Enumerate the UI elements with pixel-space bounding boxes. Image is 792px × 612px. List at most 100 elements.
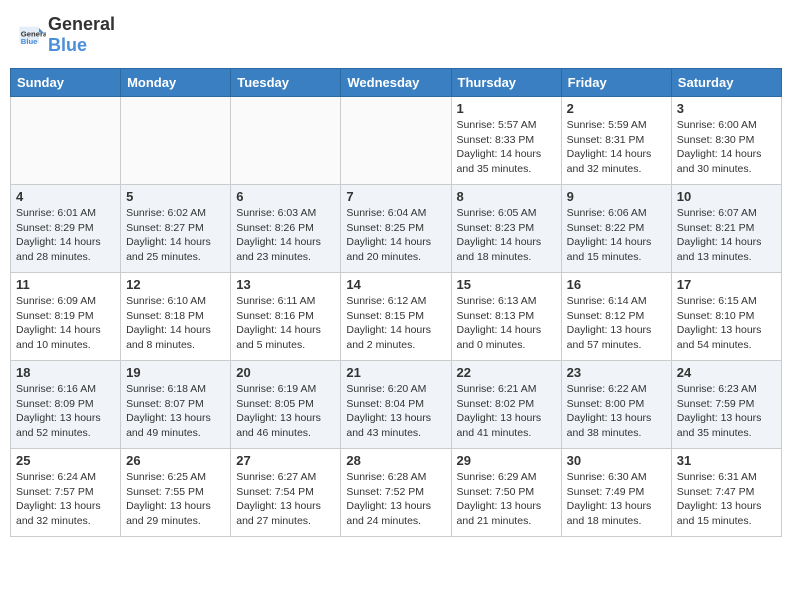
- calendar-cell: 20 Sunrise: 6:19 AMSunset: 8:05 PMDayligh…: [231, 361, 341, 449]
- day-number: 17: [677, 277, 776, 292]
- day-info: Sunrise: 6:22 AMSunset: 8:00 PMDaylight:…: [567, 382, 666, 441]
- day-number: 29: [457, 453, 556, 468]
- day-info: Sunrise: 6:19 AMSunset: 8:05 PMDaylight:…: [236, 382, 335, 441]
- day-number: 13: [236, 277, 335, 292]
- calendar-week-2: 4Sunrise: 6:01 AMSunset: 8:29 PMDaylight…: [11, 185, 782, 273]
- calendar-cell: 15 Sunrise: 6:13 AMSunset: 8:13 PMDayligh…: [451, 273, 561, 361]
- day-number: 2: [567, 101, 666, 116]
- day-number: 15: [457, 277, 556, 292]
- calendar-cell: 14Sunrise: 6:12 AMSunset: 8:15 PMDayligh…: [341, 273, 451, 361]
- day-number: 30: [567, 453, 666, 468]
- calendar-cell: 6 Sunrise: 6:03 AMSunset: 8:26 PMDaylight…: [231, 185, 341, 273]
- day-info: Sunrise: 6:29 AMSunset: 7:50 PMDaylight:…: [457, 470, 556, 529]
- calendar-cell: 30 Sunrise: 6:30 AMSunset: 7:49 PMDayligh…: [561, 449, 671, 537]
- day-number: 6: [236, 189, 335, 204]
- calendar-week-5: 25 Sunrise: 6:24 AMSunset: 7:57 PMDayligh…: [11, 449, 782, 537]
- calendar-cell: 9 Sunrise: 6:06 AMSunset: 8:22 PMDaylight…: [561, 185, 671, 273]
- day-info: Sunrise: 6:09 AMSunset: 8:19 PMDaylight:…: [16, 294, 115, 353]
- column-header-wednesday: Wednesday: [341, 69, 451, 97]
- day-info: Sunrise: 6:30 AMSunset: 7:49 PMDaylight:…: [567, 470, 666, 529]
- day-number: 23: [567, 365, 666, 380]
- day-number: 9: [567, 189, 666, 204]
- day-number: 26: [126, 453, 225, 468]
- logo-blue: Blue: [48, 35, 87, 55]
- calendar-week-1: 1 Sunrise: 5:57 AMSunset: 8:33 PMDaylight…: [11, 97, 782, 185]
- calendar-cell: 17 Sunrise: 6:15 AMSunset: 8:10 PMDayligh…: [671, 273, 781, 361]
- day-number: 16: [567, 277, 666, 292]
- calendar-table: SundayMondayTuesdayWednesdayThursdayFrid…: [10, 68, 782, 537]
- day-number: 5: [126, 189, 225, 204]
- column-header-friday: Friday: [561, 69, 671, 97]
- calendar-cell: 24 Sunrise: 6:23 AMSunset: 7:59 PMDayligh…: [671, 361, 781, 449]
- header: General Blue General Blue: [10, 10, 782, 60]
- column-header-monday: Monday: [121, 69, 231, 97]
- calendar-cell: 1 Sunrise: 5:57 AMSunset: 8:33 PMDaylight…: [451, 97, 561, 185]
- calendar-cell: 12Sunrise: 6:10 AMSunset: 8:18 PMDayligh…: [121, 273, 231, 361]
- calendar-cell: 3 Sunrise: 6:00 AMSunset: 8:30 PMDaylight…: [671, 97, 781, 185]
- day-info: Sunrise: 5:57 AMSunset: 8:33 PMDaylight:…: [457, 118, 556, 177]
- day-info: Sunrise: 6:01 AMSunset: 8:29 PMDaylight:…: [16, 206, 115, 265]
- calendar-week-4: 18Sunrise: 6:16 AMSunset: 8:09 PMDayligh…: [11, 361, 782, 449]
- calendar-cell: [11, 97, 121, 185]
- day-info: Sunrise: 6:05 AMSunset: 8:23 PMDaylight:…: [457, 206, 556, 265]
- calendar-cell: 5 Sunrise: 6:02 AMSunset: 8:27 PMDaylight…: [121, 185, 231, 273]
- day-info: Sunrise: 6:07 AMSunset: 8:21 PMDaylight:…: [677, 206, 776, 265]
- day-info: Sunrise: 6:23 AMSunset: 7:59 PMDaylight:…: [677, 382, 776, 441]
- day-info: Sunrise: 6:02 AMSunset: 8:27 PMDaylight:…: [126, 206, 225, 265]
- day-info: Sunrise: 6:24 AMSunset: 7:57 PMDaylight:…: [16, 470, 115, 529]
- calendar-cell: 31Sunrise: 6:31 AMSunset: 7:47 PMDayligh…: [671, 449, 781, 537]
- calendar-cell: 27Sunrise: 6:27 AMSunset: 7:54 PMDayligh…: [231, 449, 341, 537]
- calendar-cell: 28Sunrise: 6:28 AMSunset: 7:52 PMDayligh…: [341, 449, 451, 537]
- day-number: 28: [346, 453, 445, 468]
- day-info: Sunrise: 6:14 AMSunset: 8:12 PMDaylight:…: [567, 294, 666, 353]
- day-info: Sunrise: 6:12 AMSunset: 8:15 PMDaylight:…: [346, 294, 445, 353]
- day-number: 20: [236, 365, 335, 380]
- calendar-cell: 29 Sunrise: 6:29 AMSunset: 7:50 PMDayligh…: [451, 449, 561, 537]
- calendar-cell: 2 Sunrise: 5:59 AMSunset: 8:31 PMDaylight…: [561, 97, 671, 185]
- calendar-cell: 23 Sunrise: 6:22 AMSunset: 8:00 PMDayligh…: [561, 361, 671, 449]
- day-info: Sunrise: 5:59 AMSunset: 8:31 PMDaylight:…: [567, 118, 666, 177]
- day-info: Sunrise: 6:00 AMSunset: 8:30 PMDaylight:…: [677, 118, 776, 177]
- calendar-cell: 11 Sunrise: 6:09 AMSunset: 8:19 PMDayligh…: [11, 273, 121, 361]
- day-number: 24: [677, 365, 776, 380]
- day-info: Sunrise: 6:25 AMSunset: 7:55 PMDaylight:…: [126, 470, 225, 529]
- logo-general: General: [48, 14, 115, 34]
- day-number: 7: [346, 189, 445, 204]
- day-info: Sunrise: 6:21 AMSunset: 8:02 PMDaylight:…: [457, 382, 556, 441]
- day-number: 1: [457, 101, 556, 116]
- calendar-cell: [231, 97, 341, 185]
- column-header-thursday: Thursday: [451, 69, 561, 97]
- calendar-cell: [121, 97, 231, 185]
- day-info: Sunrise: 6:06 AMSunset: 8:22 PMDaylight:…: [567, 206, 666, 265]
- day-number: 22: [457, 365, 556, 380]
- calendar-cell: 8Sunrise: 6:05 AMSunset: 8:23 PMDaylight…: [451, 185, 561, 273]
- calendar-cell: 19 Sunrise: 6:18 AMSunset: 8:07 PMDayligh…: [121, 361, 231, 449]
- day-info: Sunrise: 6:03 AMSunset: 8:26 PMDaylight:…: [236, 206, 335, 265]
- svg-text:Blue: Blue: [21, 37, 38, 46]
- calendar-cell: 22 Sunrise: 6:21 AMSunset: 8:02 PMDayligh…: [451, 361, 561, 449]
- day-info: Sunrise: 6:04 AMSunset: 8:25 PMDaylight:…: [346, 206, 445, 265]
- calendar-cell: 4Sunrise: 6:01 AMSunset: 8:29 PMDaylight…: [11, 185, 121, 273]
- day-number: 3: [677, 101, 776, 116]
- day-number: 12: [126, 277, 225, 292]
- day-info: Sunrise: 6:18 AMSunset: 8:07 PMDaylight:…: [126, 382, 225, 441]
- column-header-saturday: Saturday: [671, 69, 781, 97]
- calendar-cell: [341, 97, 451, 185]
- calendar-cell: 26 Sunrise: 6:25 AMSunset: 7:55 PMDayligh…: [121, 449, 231, 537]
- day-info: Sunrise: 6:15 AMSunset: 8:10 PMDaylight:…: [677, 294, 776, 353]
- day-number: 19: [126, 365, 225, 380]
- day-number: 25: [16, 453, 115, 468]
- calendar-header-row: SundayMondayTuesdayWednesdayThursdayFrid…: [11, 69, 782, 97]
- day-number: 18: [16, 365, 115, 380]
- day-number: 11: [16, 277, 115, 292]
- day-info: Sunrise: 6:27 AMSunset: 7:54 PMDaylight:…: [236, 470, 335, 529]
- calendar-cell: 21Sunrise: 6:20 AMSunset: 8:04 PMDayligh…: [341, 361, 451, 449]
- calendar-cell: 7 Sunrise: 6:04 AMSunset: 8:25 PMDaylight…: [341, 185, 451, 273]
- day-info: Sunrise: 6:11 AMSunset: 8:16 PMDaylight:…: [236, 294, 335, 353]
- column-header-tuesday: Tuesday: [231, 69, 341, 97]
- calendar-cell: 10Sunrise: 6:07 AMSunset: 8:21 PMDayligh…: [671, 185, 781, 273]
- day-info: Sunrise: 6:13 AMSunset: 8:13 PMDaylight:…: [457, 294, 556, 353]
- column-header-sunday: Sunday: [11, 69, 121, 97]
- day-info: Sunrise: 6:31 AMSunset: 7:47 PMDaylight:…: [677, 470, 776, 529]
- calendar-cell: 18Sunrise: 6:16 AMSunset: 8:09 PMDayligh…: [11, 361, 121, 449]
